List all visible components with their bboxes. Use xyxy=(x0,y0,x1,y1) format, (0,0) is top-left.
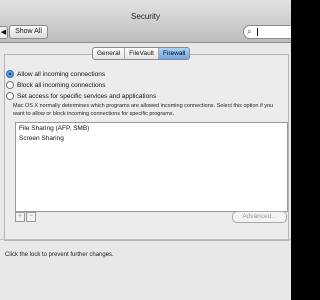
remove-service-button[interactable]: − xyxy=(26,212,36,222)
list-item[interactable]: File Sharing (AFP, SMB) xyxy=(16,123,287,133)
firewall-description: Mac OS X normally determines which progr… xyxy=(13,103,274,117)
radio-button-selected[interactable] xyxy=(6,70,14,78)
footer-divider xyxy=(0,239,291,240)
radio-label-specific-access: Set access for specific services and app… xyxy=(17,92,157,100)
radio-button[interactable] xyxy=(6,81,14,89)
radio-label-allow-all: Allow all incoming connections xyxy=(17,70,106,78)
radio-button[interactable] xyxy=(6,92,14,100)
back-button[interactable]: ◀ xyxy=(0,26,8,39)
search-field[interactable]: ⌕ xyxy=(243,25,291,39)
radio-block-all[interactable]: Block all incoming connections xyxy=(6,81,106,89)
lock-message: Click the lock to prevent further change… xyxy=(5,252,114,258)
tab-bar: General FileVault Firewall xyxy=(92,47,191,60)
tab-filevault[interactable]: FileVault xyxy=(124,48,158,59)
security-preferences-window: Security ◀ Show All ⌕ General FileVault … xyxy=(0,0,291,300)
radio-label-block-all: Block all incoming connections xyxy=(17,81,106,89)
add-service-button[interactable]: + xyxy=(15,212,25,222)
search-icon: ⌕ xyxy=(247,27,252,36)
list-item[interactable]: Screen Sharing xyxy=(16,133,287,143)
tab-firewall[interactable]: Firewall xyxy=(157,48,190,59)
show-all-button[interactable]: Show All xyxy=(9,25,48,39)
tab-general[interactable]: General xyxy=(93,48,124,59)
title-bar: Security ◀ Show All ⌕ xyxy=(0,0,291,43)
window-title: Security xyxy=(131,12,160,21)
services-list[interactable]: File Sharing (AFP, SMB) Screen Sharing xyxy=(15,122,288,212)
radio-specific-access[interactable]: Set access for specific services and app… xyxy=(6,92,156,100)
radio-allow-all[interactable]: Allow all incoming connections xyxy=(6,70,105,78)
advanced-button[interactable]: Advanced... xyxy=(232,211,287,223)
text-cursor xyxy=(257,28,258,36)
